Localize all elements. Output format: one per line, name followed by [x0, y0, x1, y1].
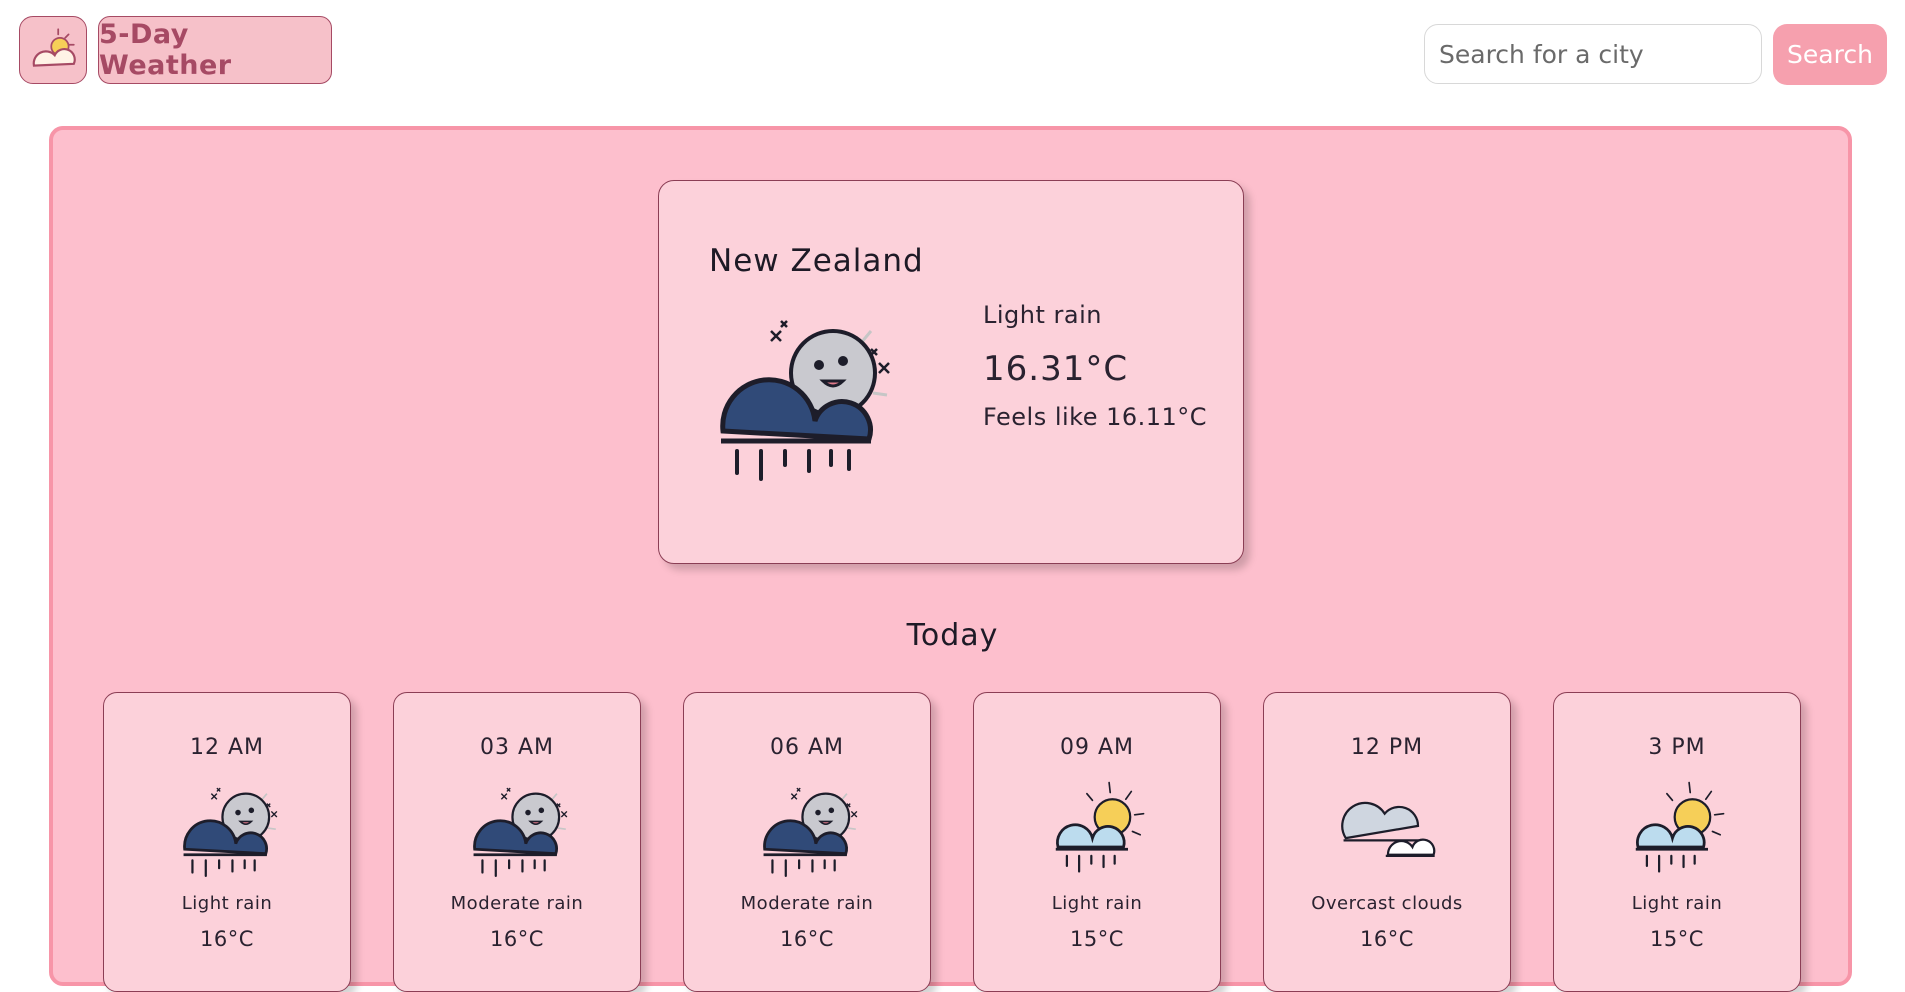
hour-description: Overcast clouds [1311, 893, 1463, 914]
hour-card: 12 PM Overcast clouds 16°C [1263, 692, 1511, 992]
hour-time: 3 PM [1648, 735, 1706, 760]
current-temperature: 16.31°C [983, 349, 1129, 389]
night-rain-icon [466, 777, 570, 877]
hour-temperature: 16°C [490, 927, 544, 951]
hour-description: Light rain [1631, 893, 1723, 914]
hour-time: 06 AM [769, 735, 845, 760]
overcast-clouds-icon [1336, 777, 1440, 877]
search-button[interactable]: Search [1773, 24, 1887, 85]
search-input[interactable] [1424, 24, 1762, 84]
day-rain-icon [1626, 777, 1730, 877]
hour-temperature: 15°C [1650, 927, 1704, 951]
night-rain-icon [176, 777, 280, 877]
night-rain-icon [711, 301, 891, 481]
hour-card: 12 AM Light rain 16°C [103, 692, 351, 992]
hour-temperature: 15°C [1070, 927, 1124, 951]
hour-card: 09 AM Light rain 15°C [973, 692, 1221, 992]
hour-temperature: 16°C [200, 927, 254, 951]
sun-cloud-icon [27, 24, 79, 76]
hour-time: 09 AM [1059, 735, 1135, 760]
hour-description: Light rain [1051, 893, 1143, 914]
top-bar: 5-Day Weather Search [0, 0, 1905, 110]
hour-time: 12 AM [189, 735, 265, 760]
day-rain-icon [1046, 777, 1150, 877]
hour-time: 03 AM [479, 735, 555, 760]
hour-temperature: 16°C [1360, 927, 1414, 951]
hour-description: Moderate rain [740, 893, 874, 914]
app-logo[interactable] [19, 16, 87, 84]
current-condition: Light rain [983, 301, 1102, 329]
current-weather-card: New Zealand Light rain 16.31°C Feels lik… [658, 180, 1244, 564]
hour-temperature: 16°C [780, 927, 834, 951]
feels-like: Feels like 16.11°C [983, 403, 1208, 431]
today-heading: Today [906, 618, 999, 653]
hour-card: 03 AM Moderate rain 16°C [393, 692, 641, 992]
brand-title[interactable]: 5-Day Weather [98, 16, 332, 84]
city-name: New Zealand [709, 243, 924, 279]
hour-card: 3 PM Light rain 15°C [1553, 692, 1801, 992]
hour-description: Light rain [181, 893, 273, 914]
hour-card: 06 AM Moderate rain 16°C [683, 692, 931, 992]
hour-time: 12 PM [1350, 735, 1424, 760]
night-rain-icon [756, 777, 860, 877]
hour-description: Moderate rain [450, 893, 584, 914]
